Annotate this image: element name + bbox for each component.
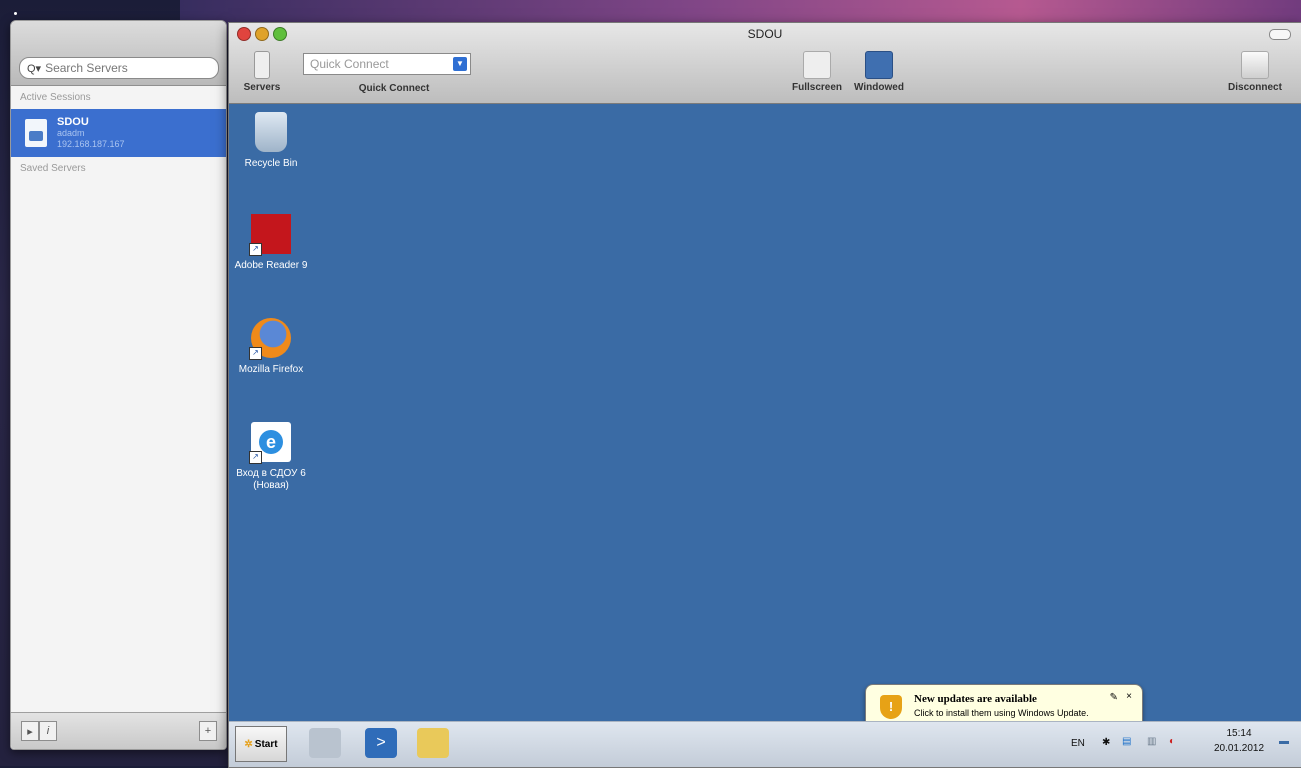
session-host: 192.168.187.167: [57, 139, 125, 149]
quick-connect-placeholder: Quick Connect: [310, 57, 389, 71]
add-server-button[interactable]: +: [199, 721, 217, 741]
security-shield-icon: !: [880, 695, 902, 719]
window-title: SDOU: [747, 27, 783, 41]
rdp-document-icon: [25, 119, 47, 147]
info-button[interactable]: i: [39, 721, 57, 741]
search-placeholder: Search Servers: [45, 61, 128, 75]
close-icon[interactable]: ×: [1126, 691, 1132, 702]
clock-time[interactable]: 15:14: [1219, 728, 1259, 739]
shortcut-arrow-icon: ↗: [249, 243, 262, 256]
quick-connect-label: Quick Connect: [358, 83, 430, 94]
server-manager-taskbar-icon[interactable]: [309, 728, 341, 758]
servers-toolbar-button[interactable]: Servers: [237, 51, 287, 93]
action-center-icon[interactable]: ▥: [1147, 736, 1156, 747]
shortcut-arrow-icon: ↗: [249, 347, 262, 360]
start-button[interactable]: ✲ Start: [235, 726, 287, 762]
clock-date[interactable]: 20.01.2012: [1204, 743, 1274, 754]
disconnect-label: Disconnect: [1228, 82, 1282, 93]
language-indicator[interactable]: EN: [1071, 738, 1085, 749]
quick-connect-dropdown-icon[interactable]: ▼: [453, 57, 467, 71]
search-icon: Q▾: [27, 62, 42, 75]
windows-logo-icon: ✲: [244, 738, 253, 750]
servers-label: Servers: [243, 82, 281, 93]
window-titlebar: SDOU Servers Quick Connect ▼ Quick Conne…: [229, 23, 1301, 104]
show-desktop-icon[interactable]: ▬: [1279, 736, 1289, 747]
fullscreen-toolbar-button[interactable]: Fullscreen: [785, 51, 849, 93]
shortcut-arrow-icon: ↗: [249, 451, 262, 464]
server-list-bottom-bar: ▸ i +: [11, 712, 226, 749]
adobe-reader-icon: ↗: [249, 214, 291, 256]
windowed-icon: [865, 51, 893, 79]
fullscreen-label: Fullscreen: [791, 82, 843, 93]
firefox-icon: ↗: [249, 318, 291, 360]
rdp-window: SDOU Servers Quick Connect ▼ Quick Conne…: [228, 22, 1301, 768]
bluetooth-icon[interactable]: ✱: [1102, 737, 1110, 748]
server-list-toolbar: Q▾ Search Servers: [11, 21, 226, 86]
session-name: SDOU: [57, 116, 89, 128]
servers-icon: [254, 51, 270, 79]
windowed-label: Windowed: [854, 82, 904, 93]
session-user: adadm: [57, 128, 85, 138]
desktop-icon-label: Вход в СДОУ 6 (Новая): [236, 468, 306, 491]
desktop-icon-sdou-link[interactable]: e ↗ Вход в СДОУ 6 (Новая): [233, 422, 309, 492]
active-sessions-heading: Active Sessions: [20, 92, 91, 103]
wrench-icon[interactable]: ✎: [1110, 692, 1118, 703]
notification-body: Click to install them using Windows Upda…: [914, 708, 1089, 718]
start-label: Start: [254, 738, 278, 750]
fullscreen-icon: [803, 51, 831, 79]
desktop-icon-adobe-reader[interactable]: ↗ Adobe Reader 9: [233, 214, 309, 272]
play-button[interactable]: ▸: [21, 721, 39, 741]
remote-desktop[interactable]: Recycle Bin ↗ Adobe Reader 9 ↗ Mozilla F…: [229, 104, 1301, 739]
toolbar-toggle-button[interactable]: [1269, 29, 1291, 40]
desktop-icon-recycle-bin[interactable]: Recycle Bin: [233, 112, 309, 170]
explorer-taskbar-icon[interactable]: [417, 728, 449, 758]
desktop-icon-firefox[interactable]: ↗ Mozilla Firefox: [233, 318, 309, 376]
session-item-sdou[interactable]: SDOU adadm 192.168.187.167: [11, 109, 226, 157]
saved-servers-heading: Saved Servers: [20, 163, 86, 174]
server-list-window: Q▾ Search Servers Active Sessions SDOU a…: [10, 20, 227, 750]
powershell-taskbar-icon[interactable]: >: [365, 728, 397, 758]
desktop-icon-label: Adobe Reader 9: [234, 260, 308, 271]
desktop-icon-label: Recycle Bin: [244, 158, 298, 169]
desktop-icon-label: Mozilla Firefox: [238, 364, 304, 375]
volume-icon[interactable]: ◐: [1169, 736, 1175, 747]
network-icon[interactable]: ▤: [1122, 736, 1131, 747]
wallpaper-star: [14, 12, 17, 15]
recycle-bin-icon: [255, 112, 287, 152]
eject-icon: [1241, 51, 1269, 79]
internet-explorer-icon: e ↗: [249, 422, 291, 464]
windowed-toolbar-button[interactable]: Windowed: [849, 51, 909, 93]
windows-taskbar: ✲ Start > EN ✱ ▤ ▥ ◐ 15:14 20.01.2012 ▬: [229, 721, 1301, 767]
disconnect-toolbar-button[interactable]: Disconnect: [1217, 51, 1293, 93]
search-servers-input[interactable]: Q▾ Search Servers: [19, 57, 219, 79]
quick-connect-input[interactable]: Quick Connect ▼: [303, 53, 471, 75]
notification-title: New updates are available: [914, 693, 1037, 705]
